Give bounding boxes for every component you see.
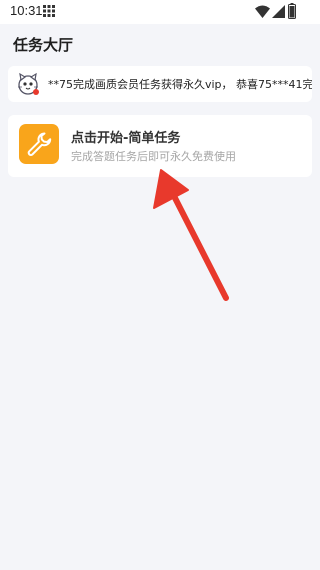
grid-icon bbox=[43, 5, 55, 17]
signal-icon bbox=[272, 5, 285, 18]
task-card-simple[interactable]: 点击开始-简单任务 完成答题任务后即可永久免费使用 bbox=[8, 115, 312, 177]
task-icon-tile bbox=[19, 124, 59, 164]
task-subtitle: 完成答题任务后即可永久免费使用 bbox=[71, 150, 236, 163]
battery-icon bbox=[288, 3, 296, 19]
wrench-icon bbox=[27, 132, 52, 156]
announcement-text: **75完成画质会员任务获得永久vip， 恭喜75***41完成画质 bbox=[48, 78, 312, 91]
wifi-icon bbox=[255, 5, 270, 18]
page-title: 任务大厅 bbox=[13, 36, 74, 54]
cat-avatar-icon bbox=[18, 72, 39, 95]
task-title: 点击开始-简单任务 bbox=[71, 131, 181, 146]
page-header: 任务大厅 bbox=[0, 24, 320, 62]
status-bar: 10:31 bbox=[0, 0, 320, 24]
announcement-marquee: **75完成画质会员任务获得永久vip， 恭喜75***41完成画质 bbox=[8, 66, 312, 102]
status-time: 10:31 bbox=[10, 3, 43, 18]
